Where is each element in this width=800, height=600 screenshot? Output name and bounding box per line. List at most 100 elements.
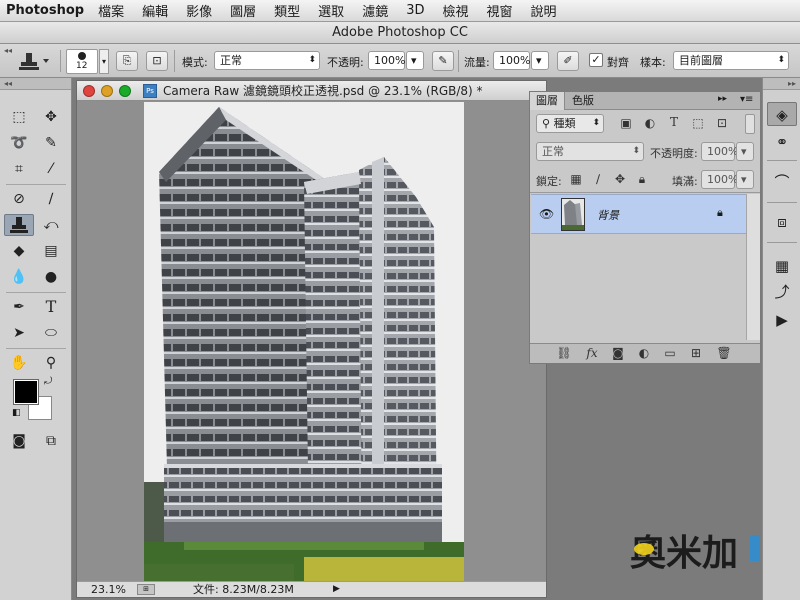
menu-image[interactable]: 影像: [186, 1, 212, 20]
marquee-tool[interactable]: ⬚: [4, 106, 34, 128]
visibility-eye-icon[interactable]: 👁︎: [539, 207, 554, 221]
layer-opacity-dropdown[interactable]: ▾: [736, 142, 754, 161]
layers-scrollbar[interactable]: [746, 194, 760, 340]
ellipse-tool[interactable]: ⬭: [36, 322, 66, 344]
blur-tool[interactable]: 💧: [4, 266, 34, 288]
filter-toggle-switch[interactable]: [745, 114, 755, 134]
tab-channels[interactable]: 色版: [566, 92, 600, 110]
tools-panel-grip[interactable]: ◂◂: [0, 78, 71, 90]
quick-selection-tool[interactable]: ✎: [36, 132, 66, 154]
fill-input[interactable]: 100%: [701, 170, 738, 189]
foreground-color-swatch[interactable]: [13, 379, 39, 405]
panel-menu-icon[interactable]: ▾≡: [740, 94, 753, 105]
zoom-level[interactable]: 23.1%: [91, 582, 126, 597]
tool-preset-picker[interactable]: [16, 50, 50, 72]
opacity-input[interactable]: 100%: [368, 51, 405, 70]
dock-swatches-button[interactable]: ▦: [767, 254, 797, 278]
lock-all-icon[interactable]: 🔒︎: [634, 172, 650, 187]
gradient-tool[interactable]: ▤: [36, 240, 66, 262]
screen-mode-button[interactable]: ⧉: [36, 430, 66, 452]
flow-dropdown[interactable]: ▾: [531, 51, 549, 70]
swap-colors-icon[interactable]: ⤾: [44, 376, 52, 387]
pressure-opacity-button[interactable]: ✎: [432, 51, 454, 71]
menu-view[interactable]: 檢視: [442, 1, 468, 20]
filter-smart-object-icon[interactable]: ⊡: [714, 116, 730, 130]
aligned-checkbox[interactable]: ✓: [589, 53, 603, 67]
brush-panel-button[interactable]: ⊡: [146, 51, 168, 71]
menu-file[interactable]: 檔案: [98, 1, 124, 20]
fill-dropdown[interactable]: ▾: [736, 170, 754, 189]
tab-layers[interactable]: 圖層: [530, 92, 565, 110]
collapse-panel-icon[interactable]: ▸▸: [718, 94, 727, 104]
filter-pixel-icon[interactable]: ▣: [618, 116, 634, 130]
mode-select[interactable]: 正常 ⬍: [214, 51, 320, 70]
menu-filter[interactable]: 濾鏡: [362, 1, 388, 20]
menu-select[interactable]: 選取: [318, 1, 344, 20]
eyedropper-tool[interactable]: ⁄: [36, 158, 66, 180]
opacity-dropdown[interactable]: ▾: [406, 51, 424, 70]
image-canvas[interactable]: [144, 102, 464, 582]
move-tool[interactable]: ✥: [36, 106, 66, 128]
lasso-tool[interactable]: ➰: [4, 132, 34, 154]
app-menu[interactable]: Photoshop: [6, 3, 84, 18]
filter-shape-icon[interactable]: ⬚: [690, 116, 706, 130]
lock-image-icon[interactable]: ∕: [590, 172, 606, 186]
document-title-bar[interactable]: Ps Camera Raw 濾鏡鏡頭校正透視.psd @ 23.1% (RGB/…: [77, 81, 546, 101]
adjustment-layer-icon[interactable]: ◐: [636, 346, 652, 360]
quick-mask-button[interactable]: ◙: [4, 430, 34, 452]
brush-tool[interactable]: ∕: [36, 188, 66, 210]
filter-type-icon[interactable]: T: [666, 115, 682, 129]
brush-preset-picker[interactable]: 12: [66, 49, 98, 74]
menu-help[interactable]: 說明: [531, 1, 557, 20]
hand-tool[interactable]: ✋: [4, 352, 34, 374]
history-brush-tool[interactable]: ⤺: [36, 214, 66, 236]
status-info-icon[interactable]: ⊞: [137, 584, 155, 595]
dock-paths-button[interactable]: ⌒: [767, 170, 797, 194]
add-mask-icon[interactable]: ◙: [610, 346, 626, 360]
trash-icon[interactable]: 🗑︎: [716, 346, 732, 360]
layer-opacity-input[interactable]: 100%: [701, 142, 738, 161]
brush-dropdown-icon[interactable]: ▾: [99, 49, 109, 74]
crop-tool[interactable]: ⌗: [4, 158, 34, 180]
blend-mode-select[interactable]: 正常 ⬍: [536, 142, 644, 161]
flow-input[interactable]: 100%: [493, 51, 530, 70]
filter-adjustment-icon[interactable]: ◐: [642, 116, 658, 130]
dock-actions-button[interactable]: ▶: [767, 308, 797, 332]
link-layers-icon[interactable]: ⛓︎: [556, 346, 572, 360]
minimize-window-button[interactable]: [101, 85, 113, 97]
default-colors-icon[interactable]: ◧: [12, 408, 21, 418]
lock-transparent-icon[interactable]: ▦: [568, 172, 584, 186]
new-layer-icon[interactable]: ⊞: [688, 346, 704, 360]
menu-layer[interactable]: 圖層: [230, 1, 256, 20]
type-tool[interactable]: T: [36, 296, 66, 318]
airbrush-button[interactable]: ✐: [557, 51, 579, 71]
group-folder-icon[interactable]: ▭: [662, 346, 678, 360]
zoom-window-button[interactable]: [119, 85, 131, 97]
path-selection-tool[interactable]: ➤: [4, 322, 34, 344]
dodge-tool[interactable]: ●: [36, 266, 66, 288]
close-window-button[interactable]: [83, 85, 95, 97]
healing-brush-tool[interactable]: ⊘: [4, 188, 34, 210]
dock-3d-button[interactable]: ⧈: [767, 210, 797, 234]
menu-window[interactable]: 視窗: [487, 1, 513, 20]
menu-3d[interactable]: 3D: [406, 3, 424, 18]
fx-icon[interactable]: fx: [584, 346, 600, 360]
lock-position-icon[interactable]: ✥: [612, 172, 628, 186]
dock-layers-button[interactable]: ◈: [767, 102, 797, 126]
menu-type[interactable]: 類型: [274, 1, 300, 20]
dock-history-button[interactable]: ⤴: [767, 280, 797, 304]
status-menu-arrow-icon[interactable]: ▶: [333, 582, 340, 597]
menu-edit[interactable]: 編輯: [142, 1, 168, 20]
layer-row-background[interactable]: 👁︎ 背景 🔒︎: [531, 194, 746, 234]
layer-name[interactable]: 背景: [597, 207, 619, 223]
dock-grip[interactable]: ▸▸: [763, 78, 800, 90]
eraser-tool[interactable]: ◆: [4, 240, 34, 262]
clone-stamp-tool[interactable]: [4, 214, 34, 236]
options-grip-icon[interactable]: ◂◂: [4, 46, 12, 55]
dock-channels-button[interactable]: ⚭: [767, 130, 797, 154]
layer-filter-select[interactable]: ⚲ 種類 ⬍: [536, 114, 604, 133]
sample-select[interactable]: 目前圖層 ⬍: [673, 51, 789, 70]
clone-source-panel-button[interactable]: ⎘: [116, 51, 138, 71]
pen-tool[interactable]: ✒: [4, 296, 34, 318]
zoom-tool[interactable]: ⚲: [36, 352, 66, 374]
